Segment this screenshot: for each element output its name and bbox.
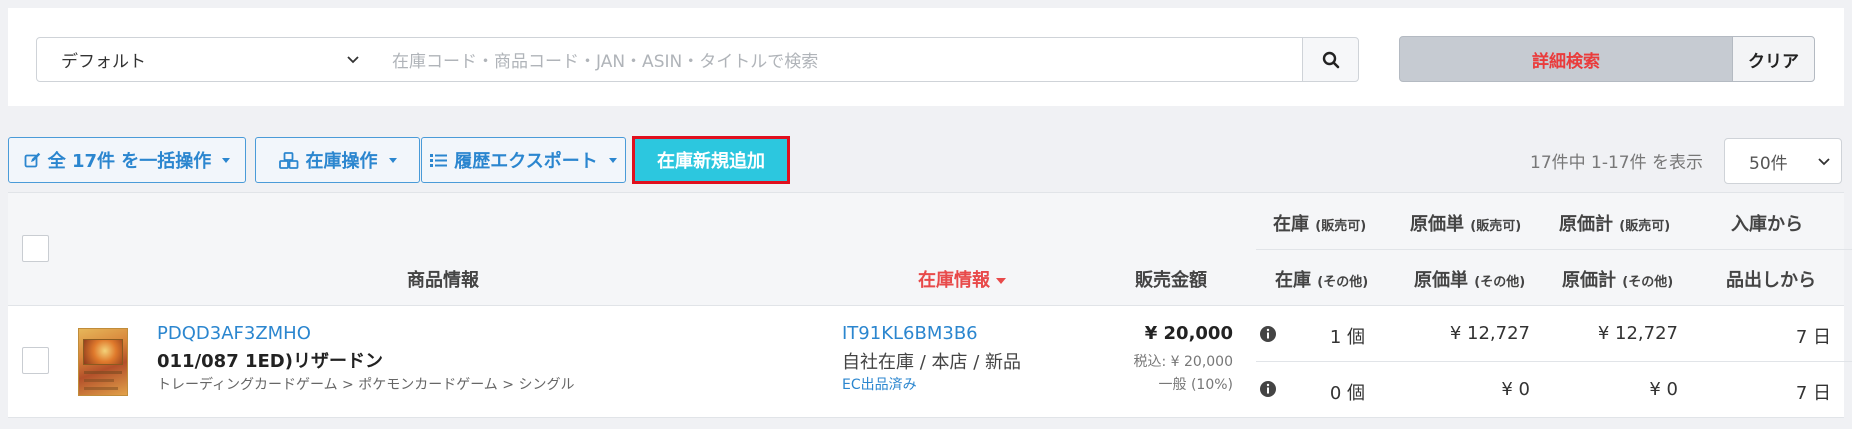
stock-operations-label: 在庫操作: [305, 151, 378, 172]
stock-other: 0 個: [1329, 383, 1365, 404]
row-checkbox[interactable]: [22, 347, 49, 374]
product-category: トレーディングカードゲーム > ポケモンカードゲーム > シングル: [157, 377, 575, 393]
product-code-link[interactable]: PDQD3AF3ZMHO: [157, 323, 311, 344]
header-days-since-out: 品出しから: [1726, 270, 1816, 291]
unit-cost-other: ¥ 0: [1501, 379, 1530, 400]
sale-price: ¥ 20,000: [1144, 323, 1233, 344]
chevron-down-icon: [1818, 158, 1830, 166]
header-stock-sellable-sub: (販売可): [1315, 219, 1367, 234]
history-export-button[interactable]: 履歴エクスポート: [421, 137, 626, 183]
header-stock-sellable: 在庫 (販売可): [1273, 210, 1366, 236]
bulk-action-button[interactable]: 全 17件 を一括操作: [8, 137, 246, 183]
search-input[interactable]: 在庫コード・商品コード・JAN・ASIN・タイトルで検索: [372, 37, 1303, 82]
header-unit-cost-sellable-label: 原価単: [1410, 214, 1464, 235]
list-icon: [430, 153, 448, 167]
stock-operations-button[interactable]: 在庫操作: [255, 137, 420, 183]
search-placeholder: 在庫コード・商品コード・JAN・ASIN・タイトルで検索: [392, 52, 819, 72]
chevron-down-icon: [347, 56, 359, 64]
header-total-cost-other: 原価計 (その他): [1562, 266, 1673, 292]
history-export-label: 履歴エクスポート: [454, 151, 598, 172]
bulk-action-label: 全 17件 を一括操作: [47, 151, 212, 172]
header-stock-info[interactable]: 在庫情報: [918, 266, 1006, 292]
detail-search-label: 詳細検索: [1532, 51, 1600, 72]
header-product: 商品情報: [407, 270, 479, 291]
ec-status-link[interactable]: EC出品済み: [842, 374, 917, 394]
stock-code-link[interactable]: IT91KL6BM3B6: [842, 323, 978, 344]
stock-location: 自社在庫 / 本店 / 新品: [842, 352, 1022, 373]
clear-button[interactable]: クリア: [1732, 36, 1815, 82]
header-unit-cost-other-sub: (その他): [1474, 275, 1526, 290]
search-button[interactable]: [1302, 37, 1359, 82]
stock-sellable: 1 個: [1329, 327, 1365, 348]
per-page-select[interactable]: 50件: [1724, 138, 1842, 184]
sale-price-tax: 税込: ¥ 20,000: [1133, 354, 1233, 370]
add-stock-button[interactable]: 在庫新規追加: [632, 136, 790, 184]
unit-cost-sellable: ¥ 12,727: [1449, 323, 1530, 344]
header-price: 販売金額: [1135, 270, 1207, 291]
clear-label: クリア: [1748, 51, 1799, 72]
header-unit-cost-sellable: 原価単 (販売可): [1410, 210, 1521, 236]
tax-type: 一般 (10%): [1158, 377, 1234, 393]
search-icon: [1322, 51, 1339, 68]
header-stock-info-label: 在庫情報: [918, 270, 990, 291]
header-unit-cost-sellable-sub: (販売可): [1470, 219, 1522, 234]
caret-down-icon: [608, 157, 617, 163]
header-total-cost-sellable-label: 原価計: [1559, 214, 1613, 235]
select-all-checkbox[interactable]: [22, 235, 49, 262]
row-divider: [1256, 361, 1852, 362]
total-cost-other: ¥ 0: [1649, 379, 1678, 400]
header-unit-cost-other: 原価単 (その他): [1414, 266, 1525, 292]
header-stock-other: 在庫 (その他): [1275, 266, 1368, 292]
header-stock-other-sub: (その他): [1317, 275, 1369, 290]
search-scope-value: デフォルト: [61, 52, 146, 72]
search-scope-select[interactable]: デフォルト: [36, 37, 373, 82]
header-total-cost-sellable: 原価計 (販売可): [1559, 210, 1670, 236]
product-title: 011/087 1ED)リザードン: [157, 351, 383, 372]
header-stock-other-label: 在庫: [1275, 270, 1311, 291]
header-total-cost-other-label: 原価計: [1562, 270, 1616, 291]
caret-down-icon: [388, 157, 397, 163]
add-stock-label: 在庫新規追加: [657, 151, 765, 172]
info-icon[interactable]: [1259, 325, 1277, 343]
days-since-in: 7 日: [1795, 327, 1831, 348]
sort-desc-icon: [996, 278, 1006, 284]
caret-down-icon: [222, 157, 231, 163]
total-cost-sellable: ¥ 12,727: [1597, 323, 1678, 344]
per-page-value: 50件: [1749, 153, 1788, 174]
header-total-cost-other-sub: (その他): [1622, 275, 1674, 290]
cubes-icon: [278, 151, 298, 169]
edit-icon: [24, 152, 40, 167]
header-days-since-in: 入庫から: [1731, 214, 1803, 235]
header-divider: [1256, 249, 1852, 250]
detail-search-button[interactable]: 詳細検索: [1399, 36, 1733, 82]
header-total-cost-sellable-sub: (販売可): [1619, 219, 1671, 234]
result-count: 17件中 1-17件 を表示: [1530, 153, 1704, 173]
header-stock-sellable-label: 在庫: [1273, 214, 1309, 235]
product-thumbnail[interactable]: [78, 328, 128, 396]
days-since-out: 7 日: [1795, 383, 1831, 404]
info-icon[interactable]: [1259, 380, 1277, 398]
header-unit-cost-other-label: 原価単: [1414, 270, 1468, 291]
